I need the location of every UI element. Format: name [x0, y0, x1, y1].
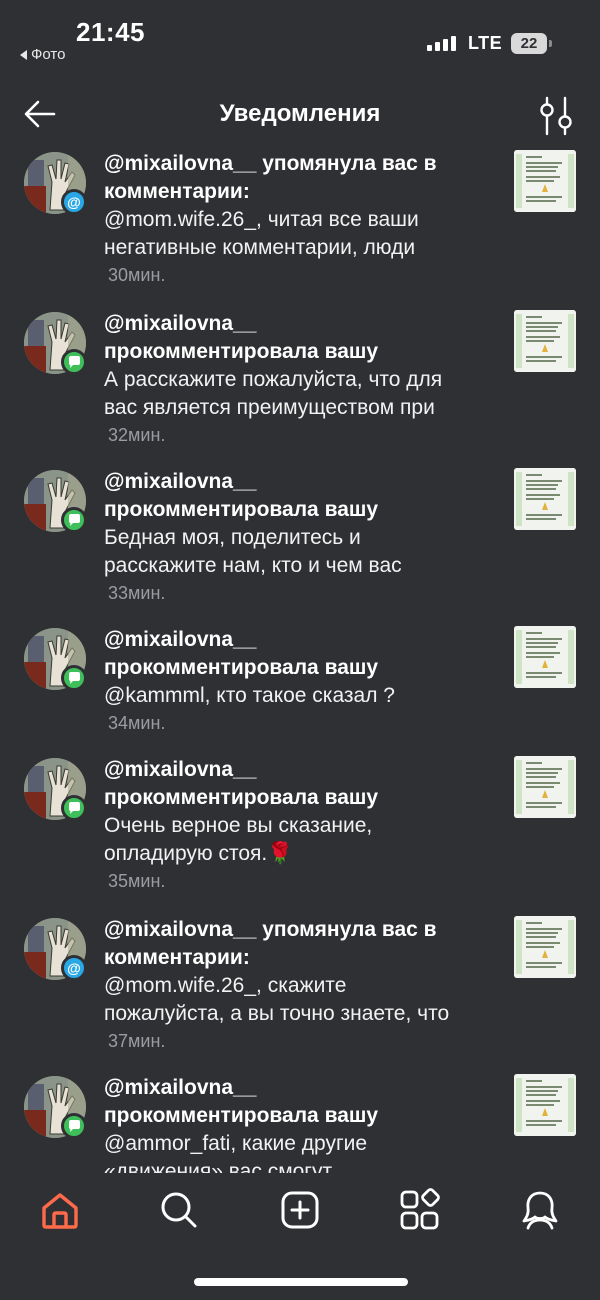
app-header: Уведомления: [0, 88, 600, 142]
notification-time: 32мин.: [108, 425, 166, 445]
notification-body-line1: @ammor_fati, какие другие: [104, 1132, 368, 1155]
post-thumbnail[interactable]: [514, 150, 576, 212]
notification-body-line1: Бедная моя, поделитесь и: [104, 526, 361, 549]
plus-square-icon[interactable]: [278, 1188, 322, 1232]
bottom-navigation: [0, 1178, 600, 1248]
post-thumbnail[interactable]: [514, 468, 576, 530]
notification-body-line1: @mom.wife.26_, скажите: [104, 974, 347, 997]
notification-title-line1: @mixailovna__: [104, 758, 257, 781]
sliders-icon[interactable]: [538, 96, 574, 136]
back-app-label: Фото: [31, 46, 66, 63]
at-sign-icon: @: [61, 955, 87, 981]
notification-body-line2: «движения» вас смогут: [104, 1160, 333, 1173]
status-bar: 21:45 Фото LTE 22: [0, 0, 600, 80]
notification-title-line2: прокомментировала вашу: [104, 340, 379, 363]
notification-title-line2: комментарии:: [104, 946, 250, 969]
notification-body-line2: пожалуйста, а вы точно знаете, что: [104, 1002, 450, 1025]
notification-title-line1: @mixailovna__: [104, 470, 257, 493]
post-thumbnail[interactable]: [514, 756, 576, 818]
notification-body-line2: негативные комментарии, люди: [104, 236, 416, 259]
notification-body-line1: @kammml, кто такое сказал ?: [104, 684, 395, 707]
page-title: Уведомления: [219, 100, 381, 127]
home-indicator[interactable]: [194, 1278, 408, 1286]
home-icon[interactable]: [38, 1188, 82, 1232]
notification-title-line1: @mixailovna__: [104, 628, 257, 651]
user-avatar[interactable]: [24, 628, 87, 691]
notification-text: @mixailovna__ прокомментировала вашу А рас…: [104, 310, 500, 448]
notification-text: @mixailovna__ упомянула вас в комментарии…: [104, 150, 500, 288]
notification-body-line2: вас является преимуществом при: [104, 396, 435, 419]
notification-time: 33мин.: [108, 583, 166, 603]
user-avatar[interactable]: [24, 758, 87, 821]
user-avatar[interactable]: @: [24, 918, 87, 981]
speech-bubble-icon: [61, 349, 87, 375]
notification-time: 30мин.: [108, 265, 166, 285]
speech-bubble-icon: [61, 665, 87, 691]
notification-list[interactable]: @ @mixailovna__ упомянула вас в комментари…: [0, 148, 600, 1173]
notification-text: @mixailovna__ прокомментировала вашу @kamm…: [104, 626, 500, 736]
notification-title-line1: @mixailovna__ упомянула вас в: [104, 152, 437, 175]
notification-body-line2: расскажите нам, кто и чем вас: [104, 554, 402, 577]
post-thumbnail[interactable]: [514, 626, 576, 688]
notification-title-line1: @mixailovna__ упомянула вас в: [104, 918, 437, 941]
notification-title-line2: комментарии:: [104, 180, 250, 203]
notification-title-line1: @mixailovna__: [104, 1076, 257, 1099]
post-thumbnail[interactable]: [514, 310, 576, 372]
user-avatar[interactable]: @: [24, 152, 87, 215]
notification-title-line2: прокомментировала вашу: [104, 786, 379, 809]
notification-time: 34мин.: [108, 713, 166, 733]
signal-strength-icon: [427, 36, 456, 51]
notification-text: @mixailovna__ прокомментировала вашу Очень…: [104, 756, 500, 894]
user-avatar[interactable]: [24, 1076, 87, 1139]
speech-bubble-icon: [61, 507, 87, 533]
user-avatar[interactable]: [24, 312, 87, 375]
battery-icon: 22: [511, 33, 547, 54]
user-avatar[interactable]: [24, 470, 87, 533]
back-to-app-link[interactable]: Фото: [20, 46, 65, 63]
notification-text: @mixailovna__ упомянула вас в комментарии…: [104, 916, 500, 1054]
at-sign-icon: @: [61, 189, 87, 215]
notification-body-line1: @mom.wife.26_, читая все ваши: [104, 208, 419, 231]
notification-text: @mixailovna__ прокомментировала вашу @ammo…: [104, 1074, 500, 1173]
notification-title-line2: прокомментировала вашу: [104, 498, 379, 521]
notification-title-line2: прокомментировала вашу: [104, 1104, 379, 1127]
notification-time: 35мин.: [108, 871, 166, 891]
post-thumbnail[interactable]: [514, 916, 576, 978]
profile-icon[interactable]: [518, 1188, 562, 1232]
notification-time: 37мин.: [108, 1031, 166, 1051]
post-thumbnail[interactable]: [514, 1074, 576, 1136]
notification-body-line1: Очень верное вы сказание,: [104, 814, 373, 837]
notification-body-line1: А расскажите пожалуйста, что для: [104, 368, 443, 391]
notification-title-line2: прокомментировала вашу: [104, 656, 379, 679]
notification-body-line2: опладирую стоя.🌹: [104, 842, 294, 865]
network-type: LTE: [468, 33, 503, 53]
speech-bubble-icon: [61, 795, 87, 821]
grid-icon[interactable]: [398, 1188, 442, 1232]
status-time: 21:45: [76, 17, 145, 47]
notification-title-line1: @mixailovna__: [104, 312, 257, 335]
notification-text: @mixailovna__ прокомментировала вашу Бедна…: [104, 468, 500, 606]
speech-bubble-icon: [61, 1113, 87, 1139]
back-triangle-icon: [20, 49, 27, 60]
search-icon[interactable]: [157, 1188, 201, 1232]
battery-tip: [549, 40, 552, 47]
